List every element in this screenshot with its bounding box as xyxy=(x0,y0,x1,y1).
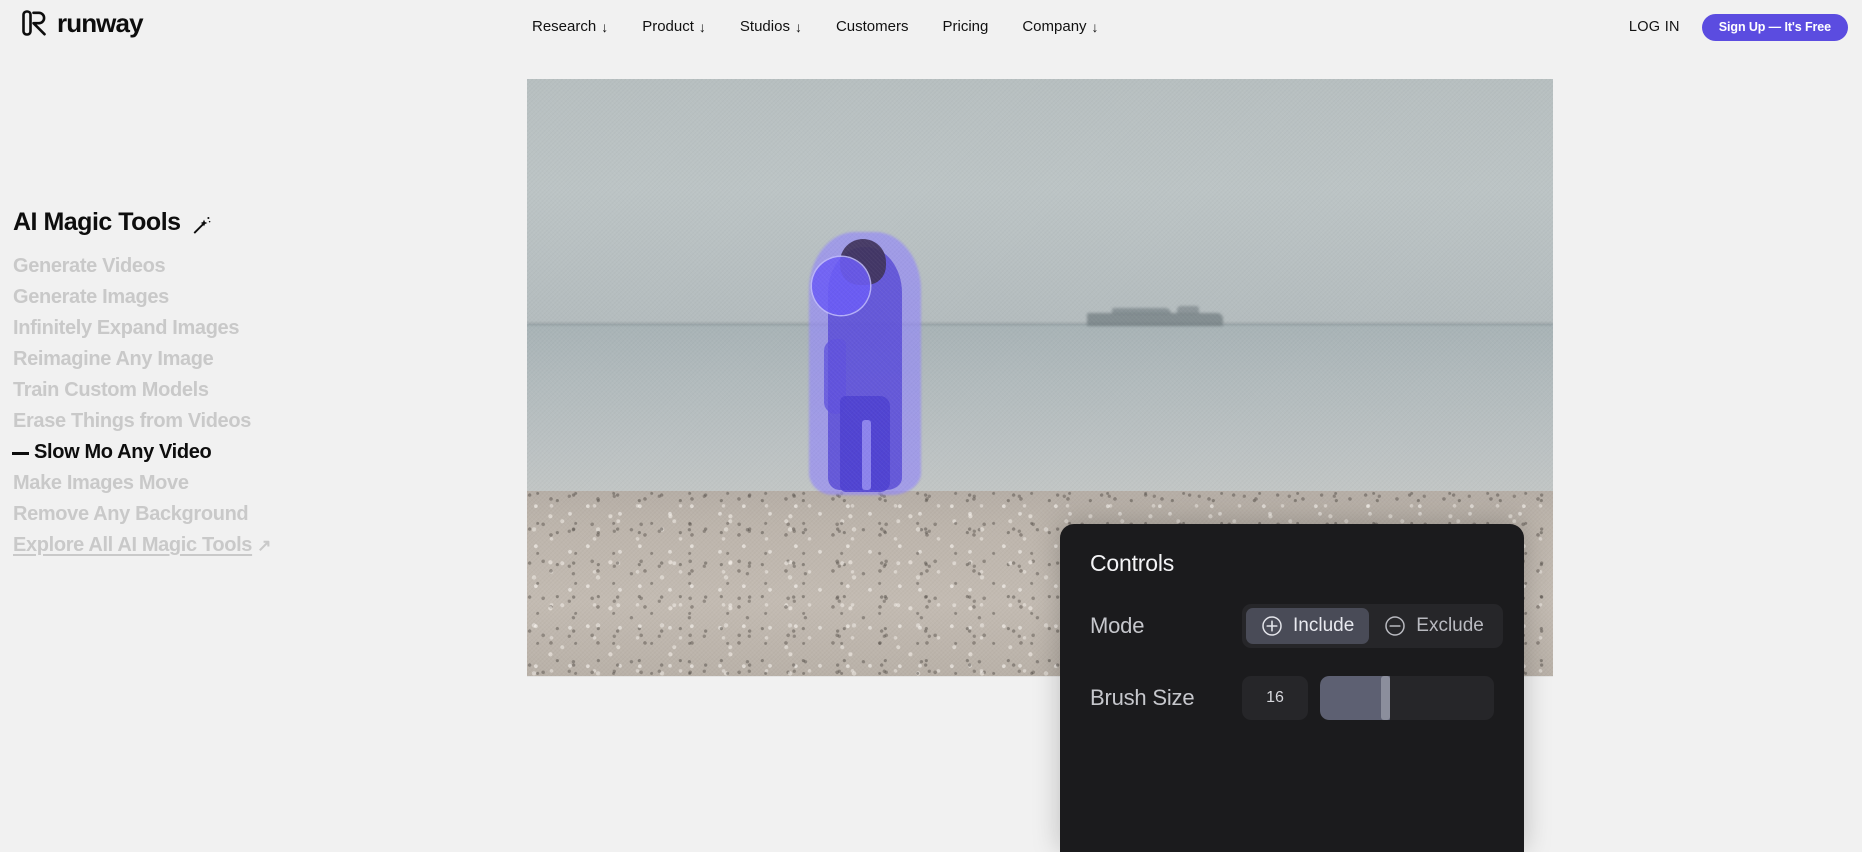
ai-magic-tools-sidebar: AI Magic Tools Generate Videos Generate … xyxy=(0,54,527,852)
magic-wand-icon xyxy=(191,213,211,234)
top-navigation-bar: runway Research ↓ Product ↓ Studios ↓ Cu… xyxy=(0,0,1862,54)
chevron-down-icon: ↓ xyxy=(1091,19,1099,35)
sidebar-item-train-custom-models[interactable]: Train Custom Models xyxy=(0,375,527,406)
log-in-link[interactable]: LOG IN xyxy=(1629,19,1680,35)
sidebar-item-label: Reimagine Any Image xyxy=(13,348,214,370)
brush-size-slider-thumb[interactable] xyxy=(1380,676,1390,720)
sidebar-item-make-images-move[interactable]: Make Images Move xyxy=(0,468,527,499)
active-indicator-dash-icon xyxy=(12,451,29,455)
sign-up-button[interactable]: Sign Up — It's Free xyxy=(1701,13,1848,41)
sidebar-item-label: Slow Mo Any Video xyxy=(34,441,212,463)
mode-exclude-button[interactable]: Exclude xyxy=(1369,608,1499,644)
sidebar-item-label: Erase Things from Videos xyxy=(13,410,251,432)
brush-size-label: Brush Size xyxy=(1090,685,1195,710)
sidebar-item-label: Generate Videos xyxy=(13,255,166,277)
mode-exclude-label: Exclude xyxy=(1416,615,1484,636)
sidebar-item-generate-images[interactable]: Generate Images xyxy=(0,282,527,313)
sidebar-item-slow-mo-any-video[interactable]: Slow Mo Any Video xyxy=(0,437,527,468)
sidebar-item-label: Infinitely Expand Images xyxy=(13,317,240,339)
mode-label: Mode xyxy=(1090,613,1145,638)
chevron-down-icon: ↓ xyxy=(794,19,802,35)
runway-logo-icon xyxy=(22,10,48,36)
mode-include-button[interactable]: Include xyxy=(1246,608,1370,644)
nav-links: Research ↓ Product ↓ Studios ↓ Customers… xyxy=(532,0,1099,54)
segmentation-mask-leg-gap xyxy=(862,419,872,490)
tool-list: Generate Videos Generate Images Infinite… xyxy=(0,251,527,561)
sky-region xyxy=(527,79,1553,324)
sidebar-item-erase-things-from-videos[interactable]: Erase Things from Videos xyxy=(0,406,527,437)
nav-link-research-label: Research xyxy=(532,18,597,35)
nav-link-pricing-label: Pricing xyxy=(942,18,989,35)
brand-wordmark: runway xyxy=(57,8,144,38)
sidebar-item-label: Generate Images xyxy=(13,286,169,308)
nav-link-pricing[interactable]: Pricing xyxy=(942,0,988,54)
explore-link-label: Explore All AI Magic Tools xyxy=(13,534,253,556)
sidebar-item-remove-any-background[interactable]: Remove Any Background xyxy=(0,499,527,530)
sidebar-item-label: Train Custom Models xyxy=(13,379,209,401)
horizon-line xyxy=(527,322,1553,325)
plus-circle-icon xyxy=(1261,615,1283,637)
mode-segmented-control: Include Exclude xyxy=(1242,604,1503,648)
chevron-down-icon: ↓ xyxy=(601,19,609,35)
nav-link-product-label: Product xyxy=(642,18,694,35)
mode-row: Mode Include Exclude xyxy=(1090,603,1503,649)
mode-include-label: Include xyxy=(1293,615,1355,636)
nav-link-studios[interactable]: Studios ↓ xyxy=(740,0,802,54)
nav-link-company[interactable]: Company ↓ xyxy=(1022,0,1098,54)
nav-link-product[interactable]: Product ↓ xyxy=(642,0,706,54)
nav-link-customers-label: Customers xyxy=(835,18,909,35)
minus-circle-icon xyxy=(1384,615,1406,637)
masked-subject-person[interactable] xyxy=(809,231,922,495)
nav-actions: LOG IN Sign Up — It's Free xyxy=(1629,0,1848,54)
page-title: AI Magic Tools xyxy=(13,208,211,237)
brush-size-row: Brush Size 16 xyxy=(1090,675,1494,721)
chevron-down-icon: ↓ xyxy=(698,19,706,35)
sidebar-item-reimagine-any-image[interactable]: Reimagine Any Image xyxy=(0,344,527,375)
brush-size-input[interactable]: 16 xyxy=(1242,676,1308,720)
brush-size-slider[interactable] xyxy=(1320,676,1494,720)
sidebar-item-generate-videos[interactable]: Generate Videos xyxy=(0,251,527,282)
nav-link-company-label: Company xyxy=(1022,18,1087,35)
sidebar-item-infinitely-expand-images[interactable]: Infinitely Expand Images xyxy=(0,313,527,344)
sea-region xyxy=(527,323,1553,494)
controls-panel-title: Controls xyxy=(1090,550,1175,576)
brush-cursor-icon[interactable] xyxy=(812,256,871,315)
controls-panel: Controls Mode Include Exclude Brush Size… xyxy=(1060,524,1524,852)
arrow-up-right-icon: ↗ xyxy=(257,535,271,555)
nav-link-customers[interactable]: Customers xyxy=(836,0,909,54)
nav-link-research[interactable]: Research ↓ xyxy=(532,0,608,54)
nav-link-studios-label: Studios xyxy=(739,18,790,35)
brand-logo[interactable]: runway xyxy=(22,8,144,38)
explore-all-ai-magic-tools-link[interactable]: Explore All AI Magic Tools ↗ xyxy=(0,530,527,561)
page-title-label: AI Magic Tools xyxy=(13,208,181,236)
brush-size-slider-fill xyxy=(1320,676,1390,720)
sidebar-item-label: Remove Any Background xyxy=(13,503,249,525)
sidebar-item-label: Make Images Move xyxy=(13,472,189,494)
ship-on-horizon xyxy=(1087,306,1224,327)
